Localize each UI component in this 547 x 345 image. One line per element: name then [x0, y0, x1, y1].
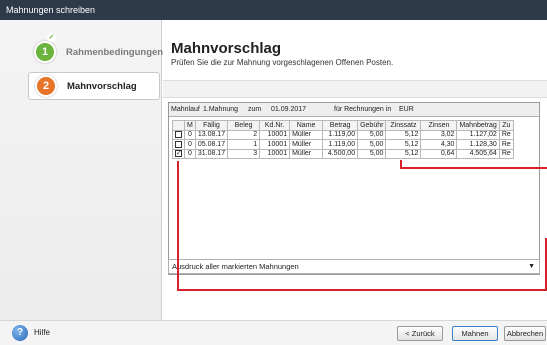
cell-zinssatz[interactable]: 5,12: [385, 129, 422, 140]
step-2-number: 2: [35, 75, 57, 97]
table-row[interactable]: 0 13.08.17 2 10001 Müller 1.119,00 5,00 …: [172, 129, 514, 140]
col-zu[interactable]: Zu: [498, 120, 514, 131]
divider-band: [163, 80, 547, 98]
row-checkbox[interactable]: [175, 140, 182, 148]
print-option-value: Ausdruck aller markierten Mahnungen: [172, 262, 299, 271]
cell-betrag: 1.119,00: [322, 139, 359, 150]
cell-m: 0: [184, 148, 196, 159]
cancel-button[interactable]: Abbrechen: [504, 326, 546, 341]
col-mahnbetrag[interactable]: Mahnbetrag: [456, 120, 500, 131]
cell-faellig: 05.08.17: [194, 139, 229, 150]
highlight-line-vertical-left: [177, 161, 179, 291]
cell-zinsen: 4,30: [420, 139, 458, 150]
cell-m: 0: [184, 129, 196, 140]
step-rahmenbedingungen[interactable]: 1 Rahmenbedingungen: [34, 38, 164, 66]
col-faellig[interactable]: Fällig: [194, 120, 229, 131]
main-content: Mahnvorschlag Prüfen Sie die zur Mahnung…: [163, 20, 547, 320]
cell-zinssatz[interactable]: 5,12: [385, 148, 422, 159]
help-icon[interactable]: ?: [12, 325, 28, 341]
cell-gebuehr[interactable]: 5,00: [357, 148, 387, 159]
open-items-table: M Fällig Beleg Kd.Nr. Name Betrag Gebühr…: [172, 120, 514, 159]
cell-zu: Re: [498, 129, 514, 140]
cell-kdnr: 10001: [259, 129, 291, 140]
help-label[interactable]: Hilfe: [34, 328, 50, 337]
table-row[interactable]: ✓ 0 31.08.17 3 10001 Müller 4.500,00 5,0…: [172, 148, 514, 159]
cell-name: Müller: [289, 139, 324, 150]
col-betrag[interactable]: Betrag: [322, 120, 359, 131]
highlight-line-top: [400, 167, 547, 169]
mahnen-button[interactable]: Mahnen: [452, 326, 498, 341]
zum-label: zum: [248, 106, 262, 113]
cell-gebuehr[interactable]: 5,00: [357, 139, 387, 150]
col-beleg[interactable]: Beleg: [227, 120, 261, 131]
cell-faellig: 31.08.17: [194, 148, 229, 159]
window-title: Mahnungen schreiben: [0, 0, 547, 20]
row-checkbox[interactable]: [175, 131, 182, 139]
table-row[interactable]: 0 05.08.17 1 10001 Müller 1.119,00 5,00 …: [172, 139, 514, 150]
fuer-label: für Rechnungen in: [334, 106, 392, 113]
print-option-select[interactable]: Ausdruck aller markierten Mahnungen ▼: [168, 259, 540, 274]
back-button[interactable]: < Zurück: [397, 326, 443, 341]
chevron-down-icon[interactable]: ▼: [528, 260, 535, 273]
col-zinsen[interactable]: Zinsen: [420, 120, 458, 131]
col-m[interactable]: M: [184, 120, 196, 131]
cell-beleg: 3: [227, 148, 261, 159]
cell-m: 0: [184, 139, 196, 150]
col-name[interactable]: Name: [289, 120, 324, 131]
col-select[interactable]: [172, 120, 185, 131]
cell-zinsen: 3,02: [420, 129, 458, 140]
cell-beleg: 2: [227, 129, 261, 140]
wizard-sidebar: 1 Rahmenbedingungen ✓ 2 Mahnvorschlag: [0, 20, 164, 320]
mahnlauf-label: Mahnlauf: [171, 106, 200, 113]
step-1-label: Rahmenbedingungen: [66, 46, 164, 58]
step-mahnvorschlag[interactable]: 2 Mahnvorschlag: [28, 72, 160, 100]
table-header-row: M Fällig Beleg Kd.Nr. Name Betrag Gebühr…: [172, 120, 514, 131]
page-subtitle: Prüfen Sie die zur Mahnung vorgeschlagen…: [171, 58, 394, 67]
cell-zinsen: 0,64: [420, 148, 458, 159]
cell-faellig: 13.08.17: [194, 129, 229, 140]
run-date: 01.09.2017: [271, 106, 307, 113]
highlight-line-bottom: [177, 289, 547, 291]
cell-beleg: 1: [227, 139, 261, 150]
cell-betrag: 4.500,00: [322, 148, 359, 159]
dunning-run-info: Mahnlauf 1.Mahnung zum 01.09.2017 für Re…: [169, 103, 539, 117]
cell-zu: Re: [498, 139, 514, 150]
cell-kdnr: 10001: [259, 148, 291, 159]
col-zinssatz[interactable]: Zinssatz: [385, 120, 422, 131]
cell-gebuehr[interactable]: 5,00: [357, 129, 387, 140]
cell-mahnbetrag: 1.128,30: [456, 139, 500, 150]
cell-name: Müller: [289, 148, 324, 159]
footer-bar: ? Hilfe < Zurück Mahnen Abbrechen: [0, 320, 547, 345]
cell-zu: Re: [498, 148, 514, 159]
proposal-panel: Mahnlauf 1.Mahnung zum 01.09.2017 für Re…: [168, 102, 540, 275]
currency: EUR: [399, 106, 414, 113]
step-2-label: Mahnvorschlag: [67, 80, 137, 92]
mahnung-level: 1.Mahnung: [203, 106, 239, 113]
cell-name: Müller: [289, 129, 324, 140]
checkmark-icon: ✓: [47, 33, 56, 42]
col-kdnr[interactable]: Kd.Nr.: [259, 120, 291, 131]
cell-mahnbetrag: 4.505,64: [456, 148, 500, 159]
cell-zinssatz[interactable]: 5,12: [385, 139, 422, 150]
highlight-line-connector: [400, 160, 402, 169]
col-gebuehr[interactable]: Gebühr: [357, 120, 387, 131]
row-checkbox[interactable]: ✓: [175, 150, 182, 158]
page-title: Mahnvorschlag: [171, 40, 282, 57]
cell-betrag: 1.119,00: [322, 129, 359, 140]
cell-kdnr: 10001: [259, 139, 291, 150]
step-1-number: 1: [34, 41, 56, 63]
cell-mahnbetrag: 1.127,02: [456, 129, 500, 140]
